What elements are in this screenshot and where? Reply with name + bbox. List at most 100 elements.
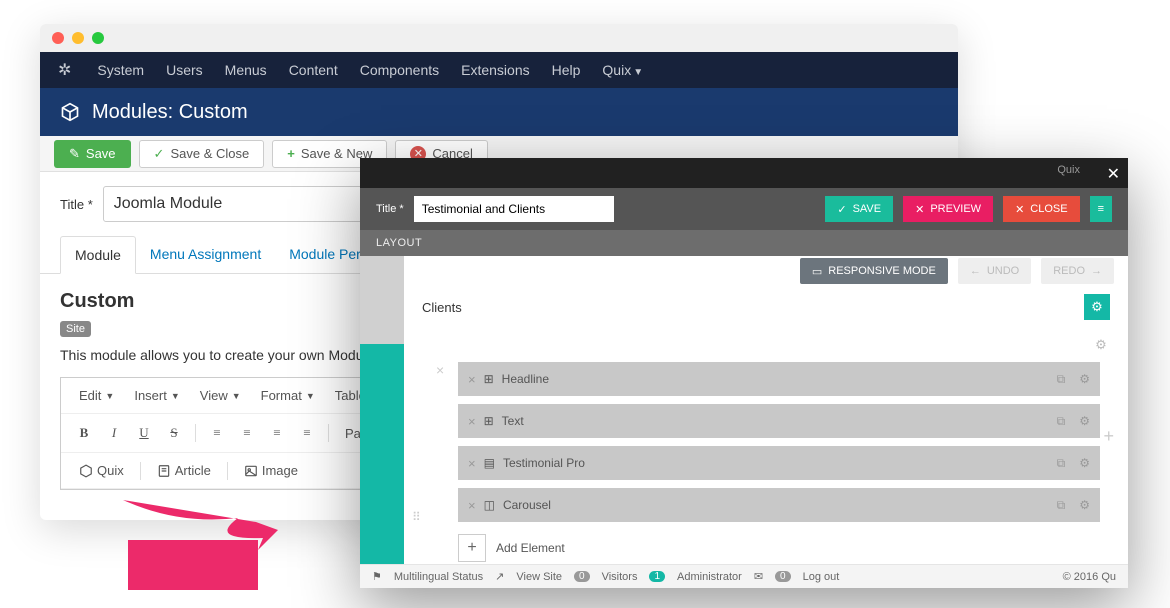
drag-handle-icon[interactable]: ⠿ [412, 510, 421, 524]
window-titlebar [40, 24, 958, 52]
settings-icon[interactable]: ⚙ [1079, 498, 1090, 512]
align-left-button[interactable]: ≡ [204, 420, 230, 446]
element-text[interactable]: ×⊞Text⧉⚙ [458, 404, 1100, 438]
traffic-min[interactable] [72, 32, 84, 44]
element-headline[interactable]: ×⊞Headline⧉⚙ [458, 362, 1100, 396]
sidebar-accent [360, 344, 404, 570]
editor-format[interactable]: Format▼ [253, 384, 323, 407]
headline-icon: ⊞ [484, 372, 494, 386]
column-remove-icon[interactable]: × [436, 362, 444, 378]
quix-editor-window: Quix ✕ Title * ✓ SAVE ✕ PREVIEW ✕ CLOSE … [360, 158, 1128, 588]
remove-icon[interactable]: × [468, 414, 476, 429]
site-badge: Site [60, 321, 91, 337]
visitors-count: 0 [574, 571, 590, 582]
traffic-close[interactable] [52, 32, 64, 44]
align-center-button[interactable]: ≡ [234, 420, 260, 446]
quix-body: ▭ RESPONSIVE MODE ← UNDO REDO → Clients … [360, 256, 1128, 570]
menu-help[interactable]: Help [552, 62, 581, 78]
add-column-button[interactable]: + [1103, 426, 1114, 447]
menu-system[interactable]: System [97, 62, 144, 78]
quix-close-button[interactable]: ✕ CLOSE [1003, 196, 1080, 222]
multilingual-link[interactable]: Multilingual Status [394, 571, 483, 583]
menu-menus[interactable]: Menus [225, 62, 267, 78]
add-element-label: Add Element [496, 541, 565, 555]
element-label: Carousel [503, 498, 551, 512]
tab-menu-assignment[interactable]: Menu Assignment [136, 236, 275, 273]
external-icon: ↗ [495, 570, 504, 583]
messages-count: 0 [775, 571, 791, 582]
element-label: Testimonial Pro [503, 456, 585, 470]
align-justify-button[interactable]: ≡ [294, 420, 320, 446]
responsive-mode-button[interactable]: ▭ RESPONSIVE MODE [800, 258, 948, 284]
mail-icon: ✉ [754, 570, 763, 583]
visitors-label: Visitors [602, 571, 638, 583]
box-icon [79, 464, 93, 478]
element-carousel[interactable]: × ◫ Carousel ⧉ ⚙ [458, 488, 1100, 522]
element-list: × ⠿ ×⊞Headline⧉⚙ ×⊞Text⧉⚙ ×▤Testimonial … [418, 362, 1114, 570]
multilingual-icon: ⚑ [372, 570, 382, 583]
insert-image[interactable]: Image [236, 459, 306, 482]
menu-components[interactable]: Components [360, 62, 439, 78]
column-settings-button[interactable]: ⚙ [1088, 332, 1114, 358]
element-testimonial[interactable]: × ▤ Testimonial Pro ⧉ ⚙ [458, 446, 1100, 480]
save-button[interactable]: ✎ Save [54, 140, 131, 168]
strike-button[interactable]: S [161, 420, 187, 446]
quix-save-button[interactable]: ✓ SAVE [825, 196, 893, 222]
copy-icon[interactable]: ⧉ [1057, 456, 1066, 471]
copy-icon[interactable]: ⧉ [1057, 414, 1066, 429]
section-header: Clients ⚙ [418, 286, 1114, 328]
tab-module[interactable]: Module [60, 236, 136, 274]
menu-content[interactable]: Content [289, 62, 338, 78]
module-icon [60, 102, 80, 122]
view-site-link[interactable]: View Site [516, 571, 562, 583]
modal-close-icon[interactable]: ✕ [1107, 164, 1120, 184]
menu-quix[interactable]: Quix▼ [602, 62, 643, 78]
quix-toolbar: ▭ RESPONSIVE MODE ← UNDO REDO → [404, 256, 1128, 286]
undo-button[interactable]: ← UNDO [958, 258, 1031, 284]
title-input[interactable] [103, 186, 363, 222]
editor-view[interactable]: View▼ [192, 384, 249, 407]
quix-sidebar [360, 256, 404, 570]
menu-extensions[interactable]: Extensions [461, 62, 529, 78]
copy-icon[interactable]: ⧉ [1057, 498, 1066, 513]
text-icon: ⊞ [484, 414, 494, 428]
quix-title-input[interactable] [414, 196, 614, 222]
section-clients: Clients ⚙ ⚙ × ⠿ ×⊞Headline⧉⚙ ×⊞Text⧉⚙ ×▤… [404, 286, 1128, 570]
image-icon [244, 464, 258, 478]
logout-link[interactable]: Log out [803, 571, 840, 583]
copy-icon[interactable]: ⧉ [1057, 372, 1066, 387]
insert-article[interactable]: Article [149, 459, 219, 482]
quix-preview-button[interactable]: ✕ PREVIEW [903, 196, 993, 222]
quix-subheader: LAYOUT [360, 230, 1128, 256]
align-right-button[interactable]: ≡ [264, 420, 290, 446]
admin-label: Administrator [677, 571, 742, 583]
page-header: Modules: Custom [40, 88, 958, 136]
quix-menu-button[interactable]: ≡ [1090, 196, 1112, 222]
admin-count: 1 [649, 571, 665, 582]
section-settings-button[interactable]: ⚙ [1084, 294, 1110, 320]
testimonial-icon: ▤ [484, 456, 495, 470]
remove-icon[interactable]: × [468, 498, 476, 513]
save-close-button[interactable]: ✓ Save & Close [139, 140, 265, 168]
settings-icon[interactable]: ⚙ [1079, 414, 1090, 428]
admin-menubar: ✲ System Users Menus Content Components … [40, 52, 958, 88]
bold-button[interactable]: B [71, 420, 97, 446]
traffic-max[interactable] [92, 32, 104, 44]
add-element-button[interactable]: + [458, 534, 486, 562]
menu-users[interactable]: Users [166, 62, 203, 78]
settings-icon[interactable]: ⚙ [1079, 372, 1090, 386]
editor-edit[interactable]: Edit▼ [71, 384, 122, 407]
quix-main: ▭ RESPONSIVE MODE ← UNDO REDO → Clients … [404, 256, 1128, 570]
quix-brand: Quix [1057, 164, 1080, 176]
settings-icon[interactable]: ⚙ [1079, 456, 1090, 470]
carousel-icon: ◫ [484, 498, 495, 512]
quix-header: Title * ✓ SAVE ✕ PREVIEW ✕ CLOSE ≡ [360, 188, 1128, 230]
editor-insert[interactable]: Insert▼ [126, 384, 187, 407]
italic-button[interactable]: I [101, 420, 127, 446]
remove-icon[interactable]: × [468, 372, 476, 387]
title-label: Title * [60, 197, 93, 212]
insert-quix[interactable]: Quix [71, 459, 132, 482]
underline-button[interactable]: U [131, 420, 157, 446]
redo-button[interactable]: REDO → [1041, 258, 1114, 284]
remove-icon[interactable]: × [468, 456, 476, 471]
